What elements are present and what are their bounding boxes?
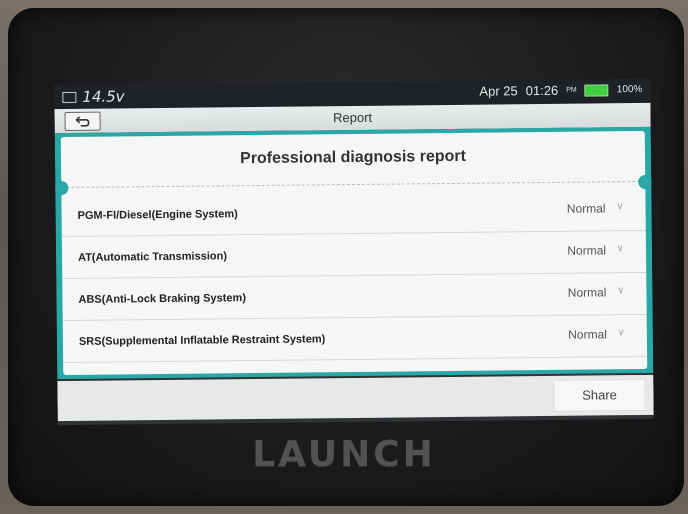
- system-status: Normal: [567, 243, 607, 258]
- bottom-bar: Share: [57, 374, 654, 422]
- report-card: Professional diagnosis report PGM-FI/Die…: [54, 130, 653, 376]
- report-row[interactable]: AT(Automatic Transmission) Normal ∨: [61, 230, 647, 280]
- car-battery-icon: [62, 91, 77, 103]
- voltage-readout: 14.5v: [82, 87, 125, 106]
- battery-icon: [584, 83, 609, 97]
- report-frame: Professional diagnosis report PGM-FI/Die…: [54, 126, 654, 380]
- report-list: PGM-FI/Diesel(Engine System) Normal ∨ AT…: [61, 188, 648, 364]
- system-name: ABS(Anti-Lock Braking System): [78, 292, 247, 306]
- chevron-down-icon[interactable]: ∨: [617, 327, 624, 338]
- chevron-down-icon[interactable]: ∨: [617, 285, 624, 296]
- report-row[interactable]: PGM-FI/Diesel(Engine System) Normal ∨: [61, 188, 646, 238]
- back-arrow-icon: [75, 116, 90, 127]
- system-status: Normal: [568, 327, 607, 342]
- system-name: AT(Automatic Transmission): [77, 250, 228, 264]
- report-title: Professional diagnosis report: [240, 147, 466, 168]
- system-name: SRS(Supplemental Inflatable Restraint Sy…: [78, 333, 326, 348]
- ticket-notch-right: [638, 174, 653, 190]
- system-status: Normal: [567, 285, 607, 300]
- page-title: Report: [332, 109, 373, 126]
- back-button[interactable]: [64, 111, 101, 132]
- screen: 14.5v Apr 25 01:26 PM 100% Report Profes…: [54, 78, 654, 426]
- device-logo: LAUNCH: [252, 434, 436, 475]
- battery-percent: 100%: [616, 83, 643, 96]
- status-right: Apr 25 01:26 PM 100%: [479, 82, 642, 99]
- status-time: 01:26: [525, 82, 559, 99]
- chevron-down-icon[interactable]: ∨: [616, 201, 623, 212]
- system-name: PGM-FI/Diesel(Engine System): [77, 208, 238, 222]
- ticket-notch-left: [54, 180, 69, 196]
- status-left: 14.5v: [62, 87, 125, 106]
- chevron-down-icon[interactable]: ∨: [617, 243, 624, 254]
- status-ampm: PM: [566, 86, 577, 94]
- system-status: Normal: [566, 201, 606, 216]
- status-date: Apr 25: [479, 83, 518, 99]
- report-row[interactable]: ABS(Anti-Lock Braking System) Normal ∨: [62, 272, 647, 322]
- report-row[interactable]: SRS(Supplemental Inflatable Restraint Sy…: [62, 314, 648, 364]
- share-button[interactable]: Share: [553, 378, 646, 412]
